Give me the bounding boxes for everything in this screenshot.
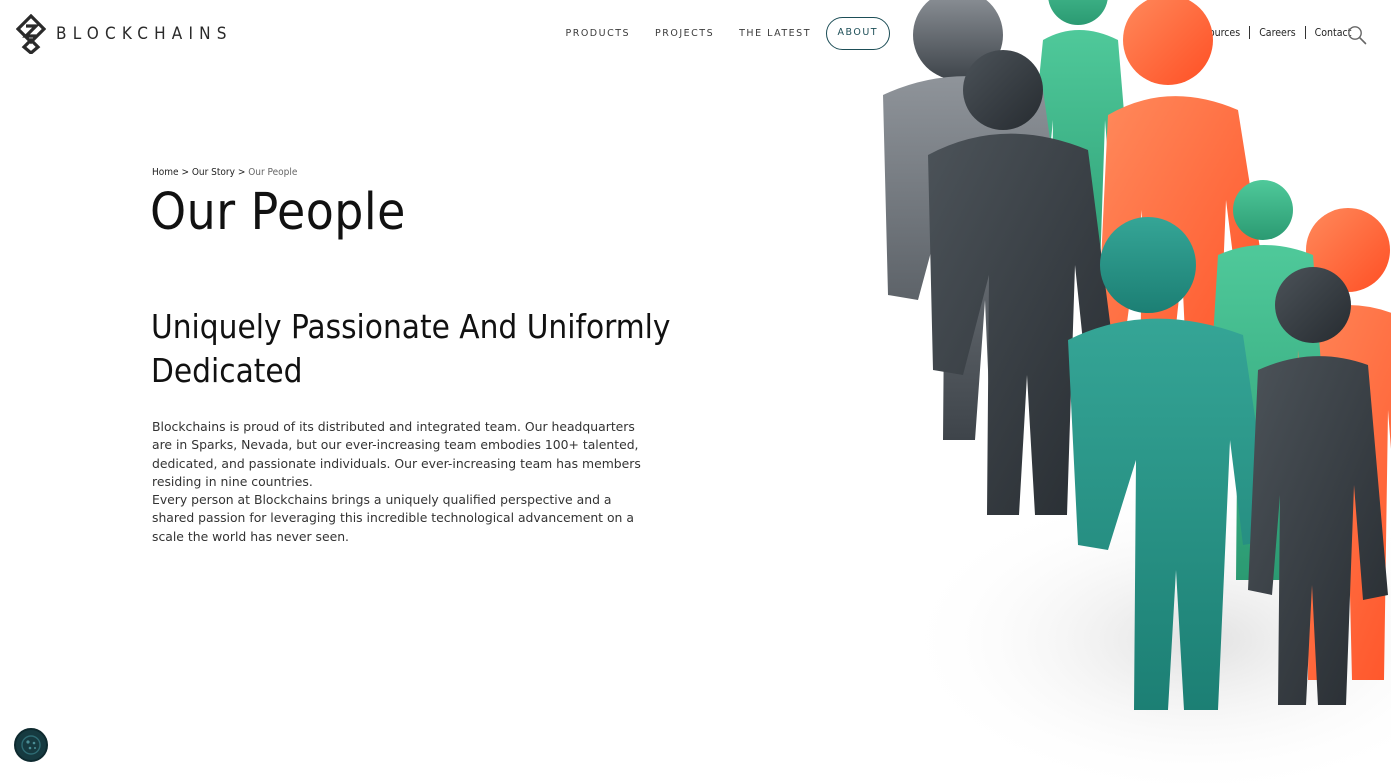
intro-paragraph: Blockchains is proud of its distributed … [152,419,641,490]
nav-projects[interactable]: PROJECTS [643,17,727,50]
breadcrumb-our-story[interactable]: Our Story [192,167,235,178]
nav-products[interactable]: PRODUCTS [553,17,643,50]
cookie-settings-icon [21,735,41,755]
people-figures-image [883,0,1391,783]
breadcrumb-current: Our People [248,167,298,178]
brand-logo[interactable]: BLOCKCHAINS [16,14,233,54]
perspective-paragraph: Every person at Blockchains brings a uni… [152,492,634,544]
cookie-settings-button[interactable] [14,728,48,762]
brand-name: BLOCKCHAINS [56,24,233,44]
breadcrumb-separator: > [181,167,192,178]
blockchains-logo-icon [16,14,46,54]
breadcrumb-separator: > [237,167,249,178]
breadcrumb: Home > Our Story > Our People [152,167,297,178]
page-title: Our People [150,183,406,242]
breadcrumb-home[interactable]: Home [152,167,179,178]
nav-the-latest[interactable]: THE LATEST [727,17,824,50]
section-heading: Uniquely Passionate And Uniformly Dedica… [151,307,671,390]
